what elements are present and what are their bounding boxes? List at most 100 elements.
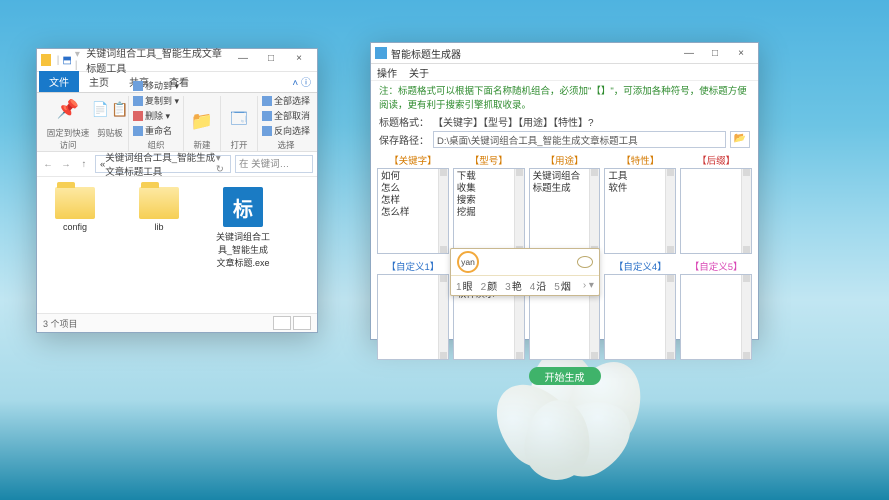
app-icon — [375, 47, 387, 59]
list-item[interactable]: 标题生成 — [533, 183, 598, 195]
forward-button[interactable]: → — [59, 159, 73, 170]
browse-button[interactable]: 📂 — [730, 131, 750, 148]
list-item[interactable]: 关键词组合 — [533, 171, 598, 183]
maximize-button[interactable]: □ — [702, 48, 728, 59]
new-folder-button[interactable]: 📁 — [188, 106, 216, 136]
header-feature: 【特性】 — [604, 152, 676, 168]
list-model[interactable]: 下载 收集 搜索 挖掘 — [453, 168, 525, 254]
close-button[interactable]: × — [728, 48, 754, 59]
scrollbar[interactable] — [514, 169, 524, 253]
list-usage[interactable]: 关键词组合 标题生成 — [529, 168, 601, 254]
ime-candidate[interactable]: 5烟 — [554, 278, 571, 293]
item-label: config — [63, 222, 87, 232]
ime-candidate-window: yan 1眼 2颜 3艳 4沿 5烟 › ▾ — [450, 248, 600, 296]
view-icons-button[interactable] — [293, 316, 311, 330]
scrollbar[interactable] — [589, 169, 599, 253]
open-label: 打开 — [230, 139, 247, 151]
item-label: 关键词组合工具_智能生成文章标题.exe — [215, 230, 271, 269]
move-to-button[interactable]: 移动到 ▾ — [133, 79, 179, 92]
header-custom4: 【自定义4】 — [604, 258, 676, 274]
header-suffix: 【后缀】 — [680, 152, 752, 168]
list-suffix[interactable] — [680, 168, 752, 254]
ime-eye-icon[interactable] — [577, 256, 593, 268]
generate-button[interactable]: 开始生成 — [529, 367, 601, 385]
invert-select-button[interactable]: 反向选择 — [262, 124, 310, 137]
list-custom4[interactable] — [604, 274, 676, 360]
ime-candidate[interactable]: 4沿 — [530, 278, 547, 293]
ime-candidate[interactable]: 3艳 — [505, 278, 522, 293]
header-custom5: 【自定义5】 — [680, 258, 752, 274]
header-custom1: 【自定义1】 — [377, 258, 449, 274]
list-item[interactable]: 怎么 — [381, 183, 446, 195]
scrollbar[interactable] — [438, 169, 448, 253]
list-custom5[interactable] — [680, 274, 752, 360]
pin-label: 固定到快速访问 — [44, 127, 92, 151]
minimize-button[interactable]: — — [229, 51, 257, 69]
view-details-button[interactable] — [273, 316, 291, 330]
scrollbar[interactable] — [741, 169, 751, 253]
hint-text: 注：标题格式可以根据下面名称随机组合，必须加"【】"，可添加各种符号，使标题方便… — [371, 81, 758, 113]
ime-more-button[interactable]: › ▾ — [583, 280, 594, 291]
copy-button[interactable]: 📄 — [92, 101, 109, 118]
savepath-input[interactable]: D:\桌面\关键词组合工具_智能生成文章标题工具 — [433, 131, 726, 148]
list-item[interactable]: 工具 — [608, 171, 673, 183]
tab-file[interactable]: 文件 — [39, 71, 79, 92]
close-button[interactable]: × — [285, 51, 313, 69]
scrollbar[interactable] — [741, 275, 751, 359]
up-button[interactable]: ↑ — [77, 159, 91, 170]
header-keyword: 【关键字】 — [377, 152, 449, 168]
tab-home[interactable]: 主页 — [79, 71, 119, 92]
select-none-button[interactable]: 全部取消 — [262, 109, 310, 122]
minimize-button[interactable]: — — [676, 48, 702, 59]
list-item[interactable]: 下载 — [457, 171, 522, 183]
folder-icon — [55, 187, 95, 219]
select-all-button[interactable]: 全部选择 — [262, 94, 310, 107]
select-label: 选择 — [277, 139, 294, 151]
rename-button[interactable]: 重命名 — [133, 124, 179, 137]
scrollbar[interactable] — [665, 169, 675, 253]
format-label: 标题格式： — [379, 114, 429, 129]
breadcrumb[interactable]: « 关键词组合工具_智能生成文章标题工具▾ ↻ — [95, 155, 231, 173]
clipboard-label: 剪贴板 — [97, 127, 123, 139]
search-input[interactable]: 在 关键词… — [235, 155, 313, 173]
folder-icon — [139, 187, 179, 219]
explorer-titlebar[interactable]: | ⬒ ▾ | 关键词组合工具_智能生成文章标题工具 — □ × — [37, 49, 317, 72]
scrollbar[interactable] — [438, 275, 448, 359]
address-bar: ← → ↑ « 关键词组合工具_智能生成文章标题工具▾ ↻ 在 关键词… — [37, 152, 317, 177]
ime-candidates: 1眼 2颜 3艳 4沿 5烟 › ▾ — [451, 276, 599, 295]
format-value: 【关键字】【型号】【用途】【特性】? — [433, 114, 594, 129]
pin-quick-access-button[interactable]: 📌 — [54, 94, 82, 124]
header-model: 【型号】 — [453, 152, 525, 168]
list-item[interactable]: 挖掘 — [457, 207, 522, 219]
ime-candidate[interactable]: 1眼 — [456, 278, 473, 293]
list-item[interactable]: 搜索 — [457, 195, 522, 207]
paste-button[interactable]: 📋 — [111, 101, 128, 118]
list-item[interactable]: 软件 — [608, 183, 673, 195]
list-item[interactable]: 怎么样 — [381, 207, 446, 219]
generator-titlebar[interactable]: 智能标题生成器 — □ × — [371, 43, 758, 64]
help-icon[interactable]: ˄ ⓘ — [286, 71, 317, 92]
scrollbar[interactable] — [665, 275, 675, 359]
list-item[interactable]: 如何 — [381, 171, 446, 183]
ime-typed-indicator: yan — [457, 251, 479, 273]
list-feature[interactable]: 工具 软件 — [604, 168, 676, 254]
menu-operation[interactable]: 操作 — [377, 65, 397, 80]
list-item[interactable]: 收集 — [457, 183, 522, 195]
list-custom1[interactable] — [377, 274, 449, 360]
header-usage: 【用途】 — [529, 152, 601, 168]
menu-about[interactable]: 关于 — [409, 65, 429, 80]
delete-button[interactable]: 删除 ▾ — [133, 109, 179, 122]
status-text: 3 个项目 — [43, 317, 78, 330]
back-button[interactable]: ← — [41, 159, 55, 170]
list-item[interactable]: 怎样 — [381, 195, 446, 207]
properties-button[interactable]: 🗔 — [225, 106, 253, 136]
status-bar: 3 个项目 — [37, 313, 317, 332]
list-keyword[interactable]: 如何 怎么 怎样 怎么样 — [377, 168, 449, 254]
savepath-label: 保存路径： — [379, 132, 429, 147]
file-explorer-window: | ⬒ ▾ | 关键词组合工具_智能生成文章标题工具 — □ × 文件 主页 共… — [36, 48, 318, 333]
ime-candidate[interactable]: 2颜 — [481, 278, 498, 293]
app-icon: 标 — [223, 187, 263, 227]
copy-to-button[interactable]: 复制到 ▾ — [133, 94, 179, 107]
folder-icon — [41, 54, 51, 66]
maximize-button[interactable]: □ — [257, 51, 285, 69]
